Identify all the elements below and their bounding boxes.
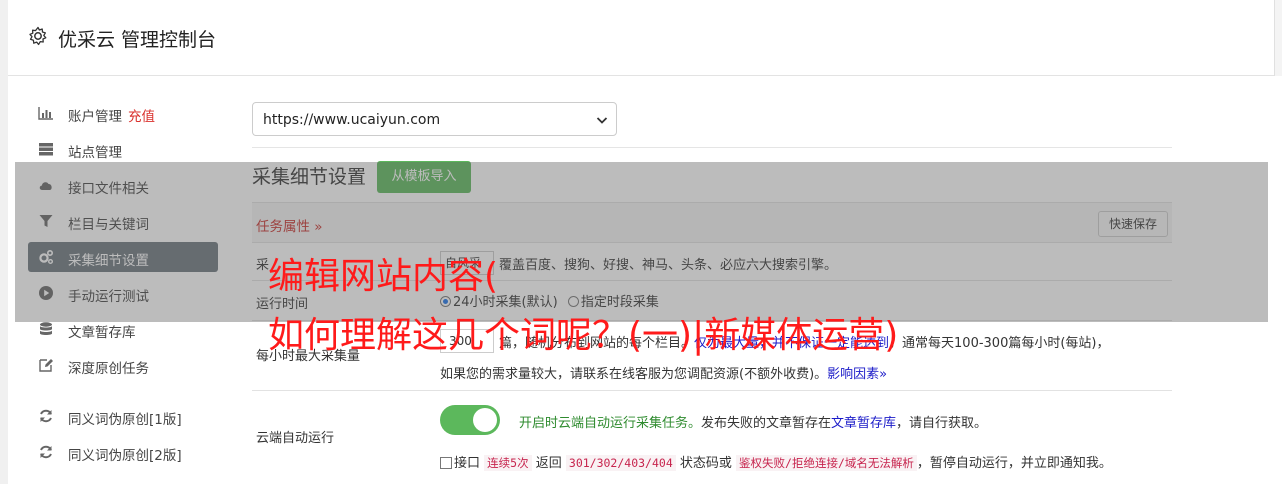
sidebar-item-synonym-v1[interactable]: 同义词伪原创[1版]	[28, 401, 218, 431]
max-per-hour-note: 如果您的需求量较大，请联系在线客服为您调配资源(不额外收费)。影响因素»	[440, 367, 888, 382]
sidebar-divider	[28, 386, 218, 401]
impact-factors-link[interactable]: 影响因素	[827, 367, 879, 382]
sidebar-item-label: 深度原创任务	[68, 361, 149, 377]
refresh-icon	[40, 409, 52, 423]
recharge-link[interactable]: 充值	[128, 109, 155, 125]
refresh-icon	[40, 445, 52, 459]
sidebar-item-synonym-v2[interactable]: 同义词伪原创[2版]	[28, 437, 218, 467]
article-store-link[interactable]: 文章暂存库	[831, 416, 896, 431]
sidebar-item-label: 同义词伪原创[2版]	[68, 448, 182, 464]
site-select-value: https://www.ucaiyun.com	[263, 112, 441, 128]
pause-checkbox[interactable]	[440, 457, 452, 469]
header: 优采云 管理控制台	[8, 0, 1282, 76]
watermark-line-1: 编辑网站内容(	[268, 256, 499, 297]
cloud-auto-label: 云端自动运行	[256, 431, 335, 446]
sidebar-item-label: 同义词伪原创[1版]	[68, 412, 182, 428]
divider	[252, 147, 1172, 148]
server-icon	[39, 143, 53, 156]
bar-chart-icon	[38, 107, 53, 120]
overlay-band	[15, 162, 1268, 322]
sidebar-item-label: 账户管理	[68, 109, 122, 125]
cloud-auto-desc: 开启时云端自动运行采集任务。发布失败的文章暂存在文章暂存库，请自行获取。	[519, 416, 988, 431]
edit-icon	[39, 359, 53, 372]
sidebar-item-deep-original[interactable]: 深度原创任务	[28, 350, 218, 380]
gear-icon	[29, 26, 47, 46]
sidebar-item-sites[interactable]: 站点管理	[28, 134, 218, 164]
page-title: 优采云 管理控制台	[58, 29, 217, 51]
sidebar-item-label: 文章暂存库	[68, 325, 136, 341]
watermark-line-2: 如何理解这几个词呢？(一)|新媒体运营)	[268, 315, 899, 356]
scrollbar[interactable]	[1274, 0, 1282, 76]
pause-rule: 接口 连续5次 返回 301/302/403/404 状态码或 鉴权失败/拒绝连…	[440, 452, 1112, 471]
table-row: 云端自动运行 开启时云端自动运行采集任务。发布失败的文章暂存在文章暂存库，请自行…	[252, 390, 1172, 480]
site-select[interactable]: https://www.ucaiyun.com	[252, 102, 617, 136]
sidebar-item-account[interactable]: 账户管理 充值	[28, 98, 218, 128]
sidebar-item-label: 站点管理	[68, 145, 122, 161]
cloud-auto-toggle[interactable]	[440, 405, 500, 435]
chevron-down-icon	[596, 117, 608, 124]
database-icon	[40, 322, 52, 335]
